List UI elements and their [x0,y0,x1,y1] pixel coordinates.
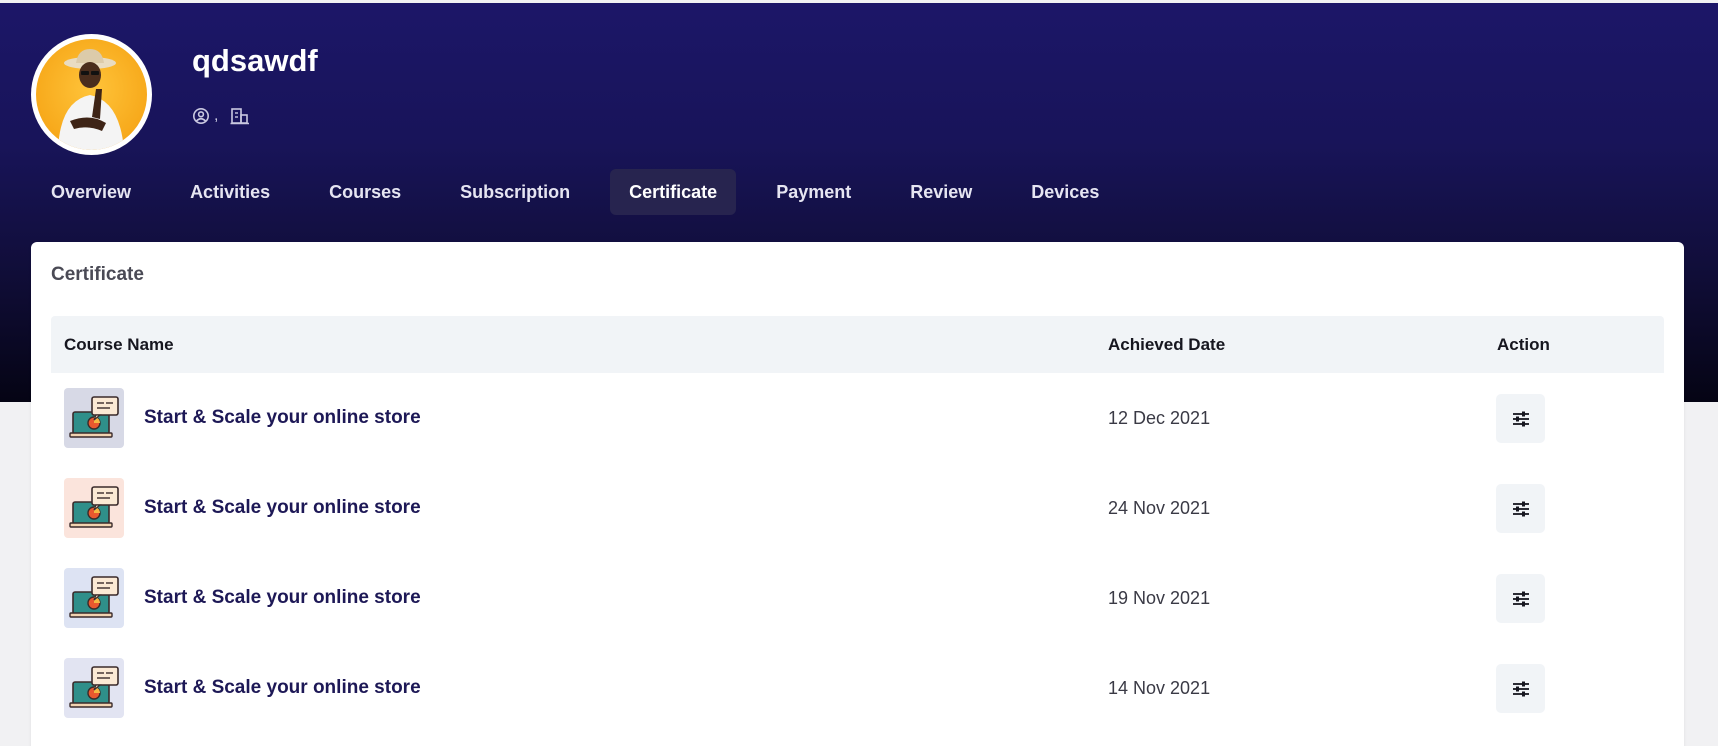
achieved-date: 14 Nov 2021 [1108,678,1211,698]
building-icon [230,107,250,125]
column-header-date: Achieved Date [1108,335,1226,354]
sliders-icon [1512,501,1530,517]
tab-review[interactable]: Review [891,169,991,215]
profile-username: qdsawdf [192,43,318,78]
action-button[interactable] [1496,394,1545,443]
avatar-photo [36,39,147,150]
table-row: Start & Scale your online store 14 Nov 2… [51,643,1664,733]
profile-tabs: Overview Activities Courses Subscription… [32,169,1139,215]
profile-meta: , [192,105,250,127]
course-name-link[interactable]: Start & Scale your online store [144,463,421,553]
card-title: Certificate [51,264,144,285]
column-header-action: Action [1497,335,1550,354]
sliders-icon [1512,681,1530,697]
column-header-course: Course Name [64,335,174,354]
location-pin-icon [192,107,210,125]
location-text: , [214,107,219,124]
achieved-date: 24 Nov 2021 [1108,498,1211,518]
certificate-card: Certificate Course Name Achieved Date Ac… [31,242,1684,746]
table-row: Start & Scale your online store 19 Nov 2… [51,553,1664,643]
course-thumbnail [64,388,124,448]
tab-payment[interactable]: Payment [757,169,870,215]
achieved-date: 19 Nov 2021 [1108,588,1211,608]
tab-certificate[interactable]: Certificate [610,169,737,215]
sliders-icon [1512,591,1530,607]
course-thumbnail [64,568,124,628]
achieved-date: 12 Dec 2021 [1108,408,1211,428]
course-name-link[interactable]: Start & Scale your online store [144,553,421,643]
action-button[interactable] [1496,574,1545,623]
course-name-link[interactable]: Start & Scale your online store [144,373,421,463]
table-row: Start & Scale your online store 12 Dec 2… [51,373,1664,463]
course-thumbnail [64,478,124,538]
tab-devices[interactable]: Devices [1012,169,1118,215]
table-row: Start & Scale your online store 24 Nov 2… [51,463,1664,553]
tab-subscription[interactable]: Subscription [441,169,589,215]
tab-overview[interactable]: Overview [32,169,150,215]
sliders-icon [1512,411,1530,427]
course-thumbnail [64,658,124,718]
avatar[interactable] [31,34,152,155]
table-header: Course Name Achieved Date Action [51,316,1664,373]
action-button[interactable] [1496,484,1545,533]
course-name-link[interactable]: Start & Scale your online store [144,643,421,733]
tab-courses[interactable]: Courses [310,169,420,215]
action-button[interactable] [1496,664,1545,713]
tab-activities[interactable]: Activities [171,169,289,215]
